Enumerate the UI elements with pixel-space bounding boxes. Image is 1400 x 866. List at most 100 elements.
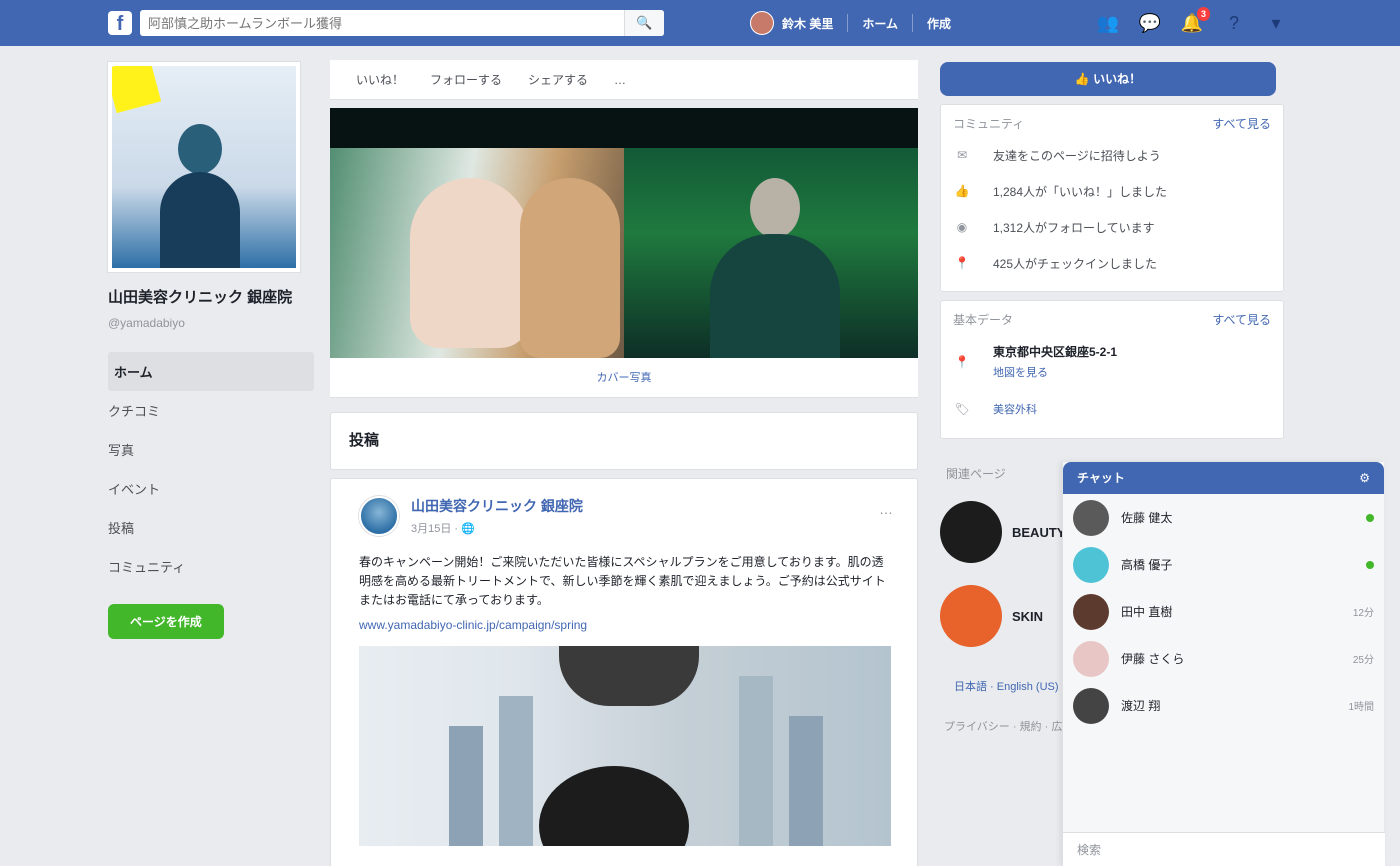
- chat-contact[interactable]: 渡辺 翔 1時間: [1063, 682, 1384, 729]
- search-input[interactable]: [140, 10, 620, 36]
- info-card: 基本データ すべて見る 📍 東京都中央区銀座5-2-1 地図を見る 🏷 美容外科: [940, 300, 1284, 439]
- messenger-icon[interactable]: 💬: [1138, 11, 1162, 35]
- page-handle[interactable]: @yamadabiyo: [108, 316, 314, 330]
- chat-contact[interactable]: 田中 直樹 12分: [1063, 588, 1384, 635]
- avatar: [1073, 499, 1109, 536]
- profile-person-image: [160, 124, 240, 268]
- last-active-time: 12分: [1352, 608, 1374, 619]
- chat-contact-name: 高橋 優子: [1121, 558, 1173, 572]
- avatar: [1073, 687, 1109, 724]
- post-image[interactable]: [359, 646, 891, 846]
- related-page-name[interactable]: SKIN: [1012, 609, 1043, 624]
- notifications-icon[interactable]: 🔔 3: [1180, 6, 1211, 35]
- post-card: 山田美容クリニック 銀座院 3月15日 · 🌐 … 春のキャンペーン開始！ご来院…: [330, 478, 918, 866]
- friends-icon[interactable]: 👥: [1096, 11, 1120, 35]
- chat-sidebar: チャット ⚙ 佐藤 健太 高橋 優子 田中 直樹 12分 伊藤 さくら 25分 …: [1062, 462, 1385, 866]
- search-button[interactable]: 🔍: [624, 10, 664, 36]
- chat-search-input[interactable]: 検索: [1063, 832, 1385, 866]
- nav-profile-name[interactable]: 鈴木 美里: [774, 15, 841, 32]
- post-options-icon[interactable]: …: [879, 501, 893, 517]
- tab-more[interactable]: …: [614, 73, 626, 87]
- settings-icon[interactable]: ⚙: [1359, 462, 1370, 494]
- map-link[interactable]: 地図を見る: [993, 364, 1117, 380]
- page-like-button[interactable]: 👍 いいね！: [940, 62, 1276, 96]
- info-category-row: 🏷 美容外科: [953, 390, 1271, 428]
- left-nav-home[interactable]: ホーム: [108, 352, 314, 391]
- community-card: コミュニティ すべて見る ✉ 友達をこのページに招待しよう 👍 1,284人が「…: [940, 104, 1284, 292]
- invite-icon: ✉: [956, 148, 968, 162]
- left-nav-reviews[interactable]: クチコミ: [108, 391, 314, 430]
- follow-icon: ◉: [956, 220, 968, 234]
- middle-column: いいね！ フォローする シェアする … カバー写真 投稿 山田美容クリニック 銀…: [330, 60, 918, 866]
- nav-create-link[interactable]: 作成: [919, 15, 959, 32]
- post-link[interactable]: www.yamadabiyo-clinic.jp/campaign/spring: [359, 618, 889, 632]
- avatar: [1073, 593, 1109, 630]
- post-avatar[interactable]: [359, 496, 399, 536]
- facebook-logo[interactable]: f: [108, 11, 132, 35]
- page-name[interactable]: 山田美容クリニック 銀座院: [108, 288, 314, 308]
- online-indicator: [1366, 560, 1374, 569]
- checkin-icon: 📍: [954, 256, 970, 270]
- tag-icon: 🏷: [954, 402, 970, 416]
- chat-contact[interactable]: 伊藤 さくら 25分: [1063, 635, 1384, 682]
- sticker-decoration: [112, 66, 162, 114]
- chat-title: チャット: [1077, 471, 1125, 485]
- related-page-avatar[interactable]: [940, 501, 1002, 563]
- community-row[interactable]: ✉ 友達をこのページに招待しよう: [953, 137, 1271, 173]
- info-title: 基本データ: [953, 313, 1014, 327]
- left-nav-events[interactable]: イベント: [108, 469, 314, 508]
- community-row[interactable]: 👍 1,284人が「いいね！」しました: [953, 173, 1271, 209]
- community-title: コミュニティ: [953, 117, 1025, 131]
- left-nav-community[interactable]: コミュニティ: [108, 547, 314, 586]
- chat-header[interactable]: チャット ⚙: [1063, 462, 1384, 494]
- related-page-avatar[interactable]: [940, 585, 1002, 647]
- location-icon: 📍: [954, 354, 970, 369]
- page-left-nav: ホーム クチコミ 写真 イベント 投稿 コミュニティ: [108, 352, 314, 586]
- info-address[interactable]: 東京都中央区銀座5-2-1: [993, 345, 1117, 359]
- notification-badge: 3: [1195, 6, 1211, 22]
- search-box[interactable]: 🔍: [140, 10, 664, 36]
- chat-contact[interactable]: 佐藤 健太: [1063, 494, 1384, 541]
- avatar: [1073, 640, 1109, 677]
- post-author[interactable]: 山田美容クリニック 銀座院: [411, 496, 583, 516]
- related-page-name[interactable]: BEAUTY: [1012, 525, 1065, 540]
- nav-divider: [911, 14, 913, 32]
- tab-share[interactable]: シェアする: [528, 71, 588, 88]
- nav-avatar[interactable]: [750, 11, 774, 35]
- tab-like[interactable]: いいね！: [356, 71, 404, 88]
- menu-icon[interactable]: ▾: [1264, 11, 1288, 35]
- page-profile-picture[interactable]: [108, 62, 300, 272]
- community-see-all-link[interactable]: すべて見る: [1212, 115, 1271, 137]
- left-column: 山田美容クリニック 銀座院 @yamadabiyo ホーム クチコミ 写真 イベ…: [108, 62, 314, 639]
- avatar: [1073, 546, 1109, 583]
- feed-title: 投稿: [330, 412, 918, 470]
- chat-contact-name: 田中 直樹: [1121, 605, 1173, 619]
- post-text: 春のキャンペーン開始！ご来院いただいた皆様にスペシャルプランをご用意しております…: [359, 555, 886, 607]
- cover-caption[interactable]: カバー写真: [330, 358, 918, 398]
- nav-icon-group: 👥 💬 🔔 3 ? ▾: [1096, 6, 1288, 35]
- page-action-tabs: いいね！ フォローする シェアする …: [330, 60, 918, 100]
- online-indicator: [1366, 513, 1374, 522]
- nav-profile-group: 鈴木 美里 ホーム 作成: [750, 9, 959, 37]
- last-active-time: 25分: [1352, 655, 1374, 666]
- community-row[interactable]: 📍 425人がチェックインしました: [953, 245, 1271, 281]
- create-page-button[interactable]: ページを作成: [108, 604, 224, 639]
- chat-contact-name: 伊藤 さくら: [1121, 652, 1185, 666]
- tab-follow[interactable]: フォローする: [430, 71, 502, 88]
- community-row[interactable]: ◉ 1,312人がフォローしています: [953, 209, 1271, 245]
- search-icon: 🔍: [636, 15, 653, 30]
- left-nav-posts[interactable]: 投稿: [108, 508, 314, 547]
- chat-contact[interactable]: 高橋 優子: [1063, 541, 1384, 588]
- help-icon[interactable]: ?: [1222, 11, 1246, 35]
- info-category[interactable]: 美容外科: [993, 401, 1037, 417]
- nav-home-link[interactable]: ホーム: [854, 15, 906, 32]
- cover-photo[interactable]: [330, 108, 918, 358]
- nav-divider: [847, 14, 849, 32]
- chat-contact-name: 佐藤 健太: [1121, 511, 1173, 525]
- info-see-all-link[interactable]: すべて見る: [1212, 311, 1271, 333]
- left-nav-photos[interactable]: 写真: [108, 430, 314, 469]
- info-address-row: 📍 東京都中央区銀座5-2-1 地図を見る: [953, 333, 1271, 390]
- last-active-time: 1時間: [1348, 702, 1374, 713]
- post-timestamp[interactable]: 3月15日 · 🌐: [411, 520, 583, 536]
- top-navigation-bar: f 🔍 鈴木 美里 ホーム 作成 👥 💬 🔔3 ? ▾: [0, 0, 1400, 46]
